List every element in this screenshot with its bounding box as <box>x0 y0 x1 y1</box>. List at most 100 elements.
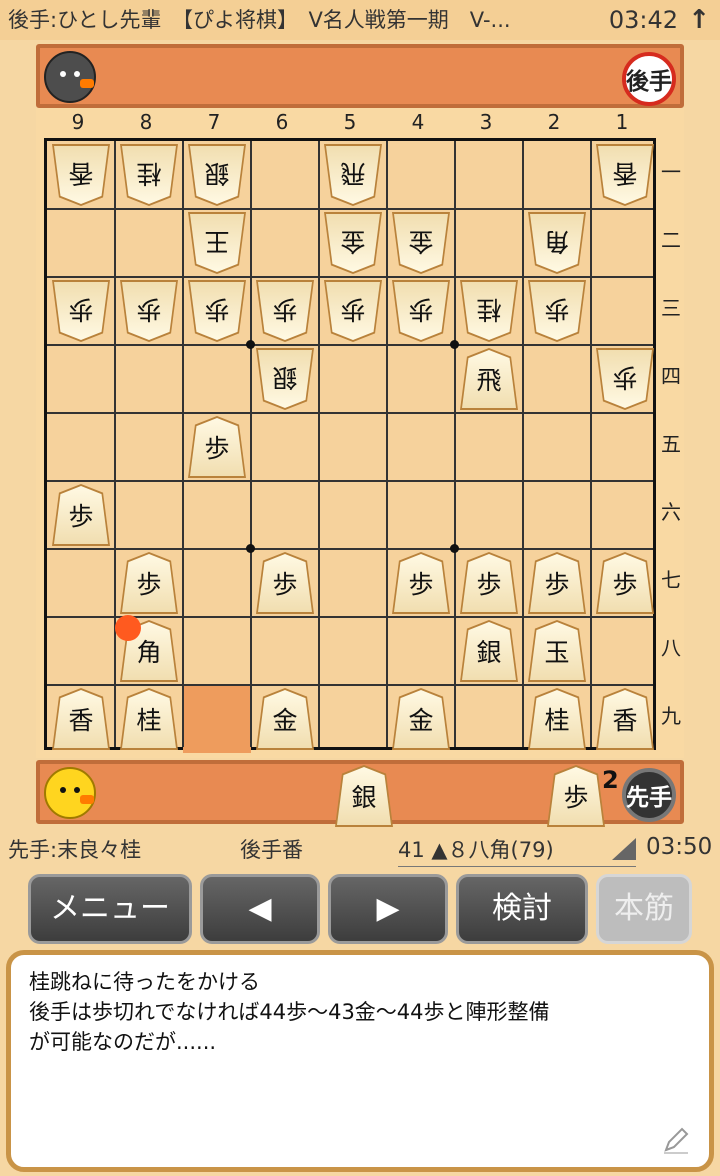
rank-label: 七 <box>661 568 681 592</box>
board-piece[interactable]: 銀 <box>251 345 319 413</box>
board-piece[interactable]: 歩 <box>591 549 659 617</box>
board-piece[interactable]: 歩 <box>387 277 455 345</box>
board-piece[interactable]: 歩 <box>251 277 319 345</box>
analyze-button[interactable]: 検討 <box>456 874 588 944</box>
board-piece[interactable]: 歩 <box>251 549 319 617</box>
piece-label: 飛 <box>462 350 516 408</box>
file-label: 1 <box>615 110 629 134</box>
comment-line: が可能なのだが...... <box>29 1030 217 1054</box>
move-selector[interactable]: 41 ▲８八角(79) <box>398 834 636 867</box>
status-bar: 後手:ひとし先輩 【ぴよ将棋】 V名人戦第一期 V-... 03:42 ↑ <box>0 0 720 40</box>
board-piece[interactable]: 王 <box>183 209 251 277</box>
window-title: 後手:ひとし先輩 【ぴよ将棋】 V名人戦第一期 V-... <box>8 8 511 32</box>
file-label: 8 <box>139 110 153 134</box>
file-label: 6 <box>275 110 289 134</box>
hand-piece-count: 2 <box>602 766 619 794</box>
board-piece[interactable]: 銀 <box>183 141 251 209</box>
hand-piece[interactable]: 銀 <box>330 762 398 830</box>
piece-label: 歩 <box>54 486 108 544</box>
piece-label: 歩 <box>530 282 584 340</box>
hand-piece[interactable]: 歩 <box>542 762 610 830</box>
piece-label: 金 <box>394 214 448 272</box>
piece-label: 歩 <box>598 554 652 612</box>
board-piece[interactable]: 香 <box>47 141 115 209</box>
file-label: 9 <box>71 110 85 134</box>
board-piece[interactable]: 歩 <box>387 549 455 617</box>
piece-label: 歩 <box>190 282 244 340</box>
rank-labels: 一二三四五六七八九 <box>658 138 684 750</box>
piece-label: 歩 <box>122 554 176 612</box>
file-label: 4 <box>411 110 425 134</box>
board-piece[interactable]: 金 <box>319 209 387 277</box>
turn-indicator: 後手番 <box>240 838 303 862</box>
upload-arrow-icon[interactable]: ↑ <box>688 0 710 40</box>
rank-label: 九 <box>661 704 681 728</box>
gote-avatar[interactable] <box>44 51 96 103</box>
sente-avatar[interactable] <box>44 767 96 819</box>
board-piece[interactable]: 歩 <box>115 277 183 345</box>
sente-badge: 先手 <box>622 768 676 822</box>
piece-label: 香 <box>598 146 652 204</box>
board-piece[interactable]: 銀 <box>455 617 523 685</box>
prev-move-button[interactable]: ◀ <box>200 874 320 944</box>
board-piece[interactable]: 角 <box>523 209 591 277</box>
board-piece[interactable]: 金 <box>387 685 455 753</box>
board-piece[interactable]: 歩 <box>523 549 591 617</box>
board-piece[interactable]: 飛 <box>455 345 523 413</box>
piece-label: 歩 <box>54 282 108 340</box>
board-piece[interactable]: 香 <box>591 141 659 209</box>
piece-label: 桂 <box>530 690 584 748</box>
board-piece[interactable]: 歩 <box>523 277 591 345</box>
mainline-button: 本筋 <box>596 874 692 944</box>
board-piece[interactable]: 歩 <box>47 481 115 549</box>
board-piece[interactable]: 桂 <box>455 277 523 345</box>
board-piece[interactable]: 歩 <box>115 549 183 617</box>
board-piece[interactable]: 金 <box>387 209 455 277</box>
dropdown-corner-icon[interactable] <box>612 838 636 860</box>
board-piece[interactable]: 飛 <box>319 141 387 209</box>
game-info-row: 先手:末良々桂 後手番 41 ▲８八角(79) 03:50 <box>0 828 720 868</box>
rank-label: 八 <box>661 636 681 660</box>
board-piece[interactable]: 歩 <box>183 277 251 345</box>
piece-label: 香 <box>54 146 108 204</box>
piece-label: 香 <box>54 690 108 748</box>
next-move-button[interactable]: ▶ <box>328 874 448 944</box>
piece-label: 飛 <box>326 146 380 204</box>
rank-label: 六 <box>661 500 681 524</box>
piece-label: 金 <box>326 214 380 272</box>
board-piece[interactable]: 桂 <box>523 685 591 753</box>
menu-button[interactable]: メニュー <box>28 874 192 944</box>
board-piece[interactable]: 香 <box>47 685 115 753</box>
board-piece[interactable]: 歩 <box>183 413 251 481</box>
elapsed-time: 03:50 <box>646 834 713 860</box>
board-piece[interactable]: 歩 <box>319 277 387 345</box>
board-piece[interactable]: 桂 <box>115 685 183 753</box>
sente-hand-panel: 先手 銀 歩2 <box>36 760 684 827</box>
board-piece[interactable]: 歩 <box>47 277 115 345</box>
piece-label: 王 <box>190 214 244 272</box>
piece-label: 歩 <box>394 282 448 340</box>
board-piece[interactable]: 歩 <box>455 549 523 617</box>
piece-label: 歩 <box>122 282 176 340</box>
pencil-icon[interactable] <box>661 1125 691 1155</box>
board-piece[interactable]: 玉 <box>523 617 591 685</box>
board-piece[interactable]: 香 <box>591 685 659 753</box>
rank-label: 三 <box>661 296 681 320</box>
piece-label: 銀 <box>462 622 516 680</box>
piece-label: 金 <box>394 690 448 748</box>
sente-player-name: 先手:末良々桂 <box>8 838 142 862</box>
piece-label: 歩 <box>394 554 448 612</box>
shogi-board[interactable]: 香桂銀飛香王金金角歩歩歩歩歩歩桂歩銀飛歩歩歩歩歩歩歩歩歩角銀玉香桂金金桂香 <box>44 138 659 753</box>
piece-label: 桂 <box>122 146 176 204</box>
piece-label: 銀 <box>258 350 312 408</box>
file-label: 2 <box>547 110 561 134</box>
board-piece[interactable]: 歩 <box>591 345 659 413</box>
comment-box[interactable]: 桂跳ねに待ったをかける 後手は歩切れでなければ44歩～43金～44歩と陣形整備 … <box>6 950 714 1172</box>
piece-label: 玉 <box>530 622 584 680</box>
piece-label: 桂 <box>462 282 516 340</box>
board-piece[interactable]: 桂 <box>115 141 183 209</box>
piece-label: 歩 <box>326 282 380 340</box>
clock: 03:42 <box>608 6 678 34</box>
board-piece[interactable]: 金 <box>251 685 319 753</box>
file-label: 3 <box>479 110 493 134</box>
